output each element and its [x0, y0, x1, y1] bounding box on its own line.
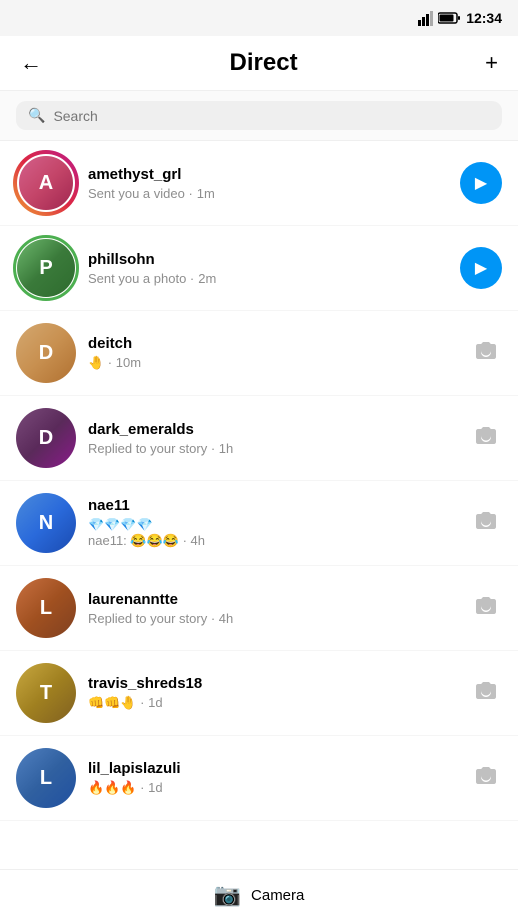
avatar-wrap: A	[16, 153, 76, 213]
message-content: travis_shreds18 👊👊🤚 · 1d	[88, 675, 458, 711]
avatar-wrap: L	[16, 748, 76, 808]
search-input[interactable]	[53, 108, 490, 124]
camera-button[interactable]	[470, 507, 502, 539]
list-item[interactable]: D dark_emeralds Replied to your story · 1…	[0, 396, 518, 481]
status-bar: 12:34	[0, 0, 518, 36]
avatar: D	[39, 342, 53, 365]
camera-icon	[474, 595, 498, 621]
list-item[interactable]: P phillsohn Sent you a photo · 2m ▶	[0, 226, 518, 311]
list-item[interactable]: L laurenanntte Replied to your story · 4h	[0, 566, 518, 651]
play-icon: ▶	[475, 258, 487, 278]
play-button[interactable]: ▶	[460, 247, 502, 289]
message-content: deitch 🤚 · 10m	[88, 335, 458, 371]
avatar: D	[39, 427, 53, 450]
message-preview: Sent you a video · 1m	[88, 186, 448, 201]
status-icons	[418, 10, 460, 26]
camera-icon	[474, 765, 498, 791]
camera-icon	[474, 340, 498, 366]
camera-button[interactable]	[470, 337, 502, 369]
camera-icon: 📷	[214, 882, 241, 908]
avatar-wrap: P	[16, 238, 76, 298]
avatar: L	[40, 767, 52, 790]
avatar-wrap: D	[16, 323, 76, 383]
message-username: phillsohn	[88, 251, 448, 268]
message-content: dark_emeralds Replied to your story · 1h	[88, 421, 458, 456]
message-preview: Replied to your story · 4h	[88, 611, 458, 626]
message-preview: 🤚 · 10m	[88, 355, 458, 371]
message-preview: 💎💎💎💎	[88, 517, 458, 533]
camera-button[interactable]	[470, 762, 502, 794]
avatar: P	[39, 257, 52, 280]
message-preview: 👊👊🤚 · 1d	[88, 695, 458, 711]
avatar: L	[40, 597, 52, 620]
search-wrapper[interactable]: 🔍	[16, 101, 502, 130]
avatar-wrap: L	[16, 578, 76, 638]
play-icon: ▶	[475, 173, 487, 193]
message-username: laurenanntte	[88, 591, 458, 608]
avatar: N	[39, 512, 53, 535]
message-username: lil_lapislazuli	[88, 760, 458, 777]
search-bar: 🔍	[0, 91, 518, 141]
message-content: lil_lapislazuli 🔥🔥🔥 · 1d	[88, 760, 458, 796]
camera-icon	[474, 510, 498, 536]
list-item[interactable]: N nae11 💎💎💎💎 nae11: 😂😂😂 · 4h	[0, 481, 518, 566]
message-preview: Sent you a photo · 2m	[88, 271, 448, 286]
message-username: amethyst_grl	[88, 166, 448, 183]
camera-icon	[474, 680, 498, 706]
camera-button[interactable]	[470, 592, 502, 624]
battery-icon	[438, 12, 460, 24]
bottom-nav: 📷 Camera	[0, 869, 518, 920]
header: ← Direct +	[0, 36, 518, 91]
message-content: phillsohn Sent you a photo · 2m	[88, 251, 448, 286]
avatar-wrap: N	[16, 493, 76, 553]
back-button[interactable]: ←	[16, 46, 46, 80]
list-item[interactable]: L lil_lapislazuli 🔥🔥🔥 · 1d	[0, 736, 518, 821]
message-username: nae11	[88, 497, 458, 514]
message-content: nae11 💎💎💎💎 nae11: 😂😂😂 · 4h	[88, 497, 458, 549]
list-item[interactable]: T travis_shreds18 👊👊🤚 · 1d	[0, 651, 518, 736]
avatar: A	[39, 172, 53, 195]
message-content: amethyst_grl Sent you a video · 1m	[88, 166, 448, 201]
status-time: 12:34	[466, 10, 502, 26]
camera-button[interactable]	[470, 677, 502, 709]
message-preview: Replied to your story · 1h	[88, 441, 458, 456]
list-item[interactable]: D deitch 🤚 · 10m	[0, 311, 518, 396]
camera-icon	[474, 425, 498, 451]
message-preview: 🔥🔥🔥 · 1d	[88, 780, 458, 796]
page-title: Direct	[230, 49, 298, 77]
message-preview-2: nae11: 😂😂😂 · 4h	[88, 533, 458, 549]
signal-icon	[418, 10, 434, 26]
camera-label: Camera	[251, 887, 304, 904]
play-button[interactable]: ▶	[460, 162, 502, 204]
search-icon: 🔍	[28, 107, 45, 124]
message-content: laurenanntte Replied to your story · 4h	[88, 591, 458, 626]
avatar-wrap: T	[16, 663, 76, 723]
list-item[interactable]: A amethyst_grl Sent you a video · 1m ▶	[0, 141, 518, 226]
avatar-wrap: D	[16, 408, 76, 468]
camera-button[interactable]	[470, 422, 502, 454]
message-username: travis_shreds18	[88, 675, 458, 692]
message-username: dark_emeralds	[88, 421, 458, 438]
message-username: deitch	[88, 335, 458, 352]
avatar: T	[40, 682, 52, 705]
message-list: A amethyst_grl Sent you a video · 1m ▶ P …	[0, 141, 518, 821]
new-message-button[interactable]: +	[481, 46, 502, 80]
